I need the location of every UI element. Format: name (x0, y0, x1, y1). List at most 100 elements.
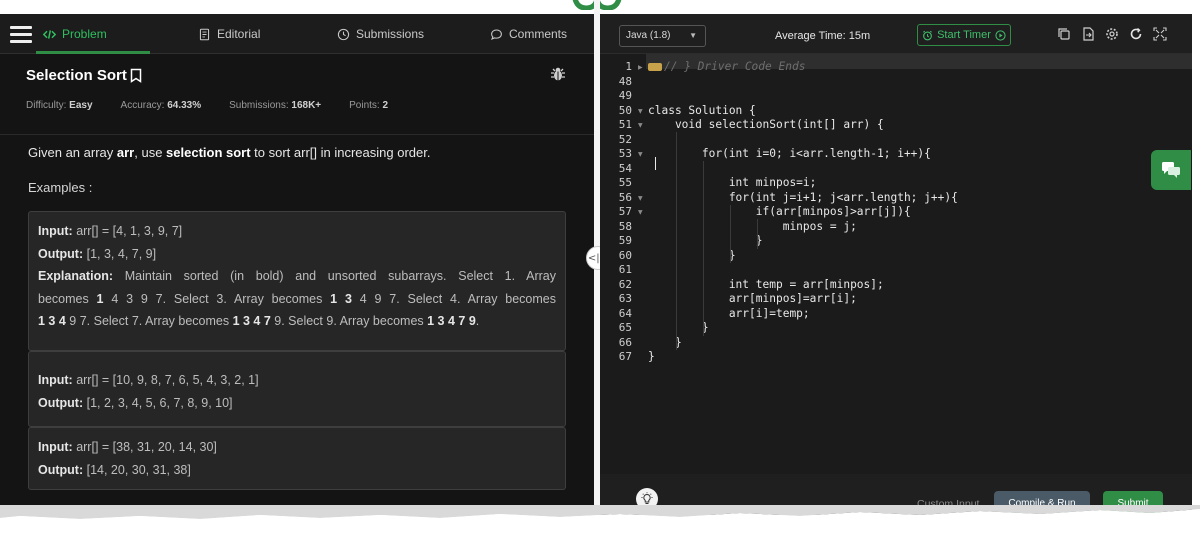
example-output: Output: [1, 2, 3, 4, 5, 6, 7, 8, 9, 10] (38, 395, 233, 410)
line-number-gutter: 1 ▶ 48 49 50 ▼ 51 ▼ 52 53 ▼ 54 55 56 ▼ 57 ▼ 58 59 60 61 62 63 6… (600, 54, 644, 474)
tab-submissions-label: Submissions (356, 27, 425, 41)
divider (0, 134, 594, 135)
alarm-icon (923, 30, 933, 40)
import-file-icon[interactable] (1081, 27, 1095, 41)
torn-paper-edge (0, 505, 1200, 560)
line-number: 64 (618, 306, 632, 320)
line-number: 53 (618, 147, 632, 160)
code-line: int temp = arr[minpos]; (648, 277, 884, 291)
line-number: 48 (618, 74, 632, 88)
chat-icon (1162, 162, 1180, 178)
line-number: 61 (618, 263, 632, 276)
example-input: Input: arr[] = [4, 1, 3, 9, 7] (38, 224, 183, 238)
fold-arrow-icon[interactable]: ▼ (638, 151, 643, 158)
start-timer-label: Start Timer (937, 29, 991, 41)
line-number: 65 (618, 321, 632, 334)
line-number: 49 (618, 89, 632, 102)
problem-title: Selection Sort (26, 67, 142, 84)
line-number: 60 (618, 248, 632, 262)
tab-problem[interactable]: Problem (43, 14, 107, 54)
line-number: 67 (618, 350, 632, 363)
tab-editorial-label: Editorial (217, 27, 261, 41)
clock-icon (337, 28, 350, 40)
fold-arrow-icon[interactable]: ▼ (638, 195, 643, 202)
example-explanation: Explanation: Maintain sorted (in bold) a… (38, 269, 556, 283)
tab-editorial[interactable]: Editorial (198, 14, 260, 54)
code-line: } (648, 234, 763, 247)
report-bug-icon[interactable] (550, 66, 566, 82)
problem-description: Given an array arr, use selection sort t… (28, 145, 431, 160)
problem-panel: Problem Editorial Submissions Comments S… (0, 14, 594, 510)
code-line: arr[i]=temp; (648, 306, 810, 320)
line-number: 56 (618, 190, 632, 204)
line-number: 58 (618, 219, 632, 233)
tab-comments[interactable]: Comments (490, 14, 567, 54)
fold-arrow-icon[interactable]: ▼ (638, 122, 643, 129)
line-number: 1 (625, 60, 632, 73)
reset-code-icon[interactable] (1129, 27, 1143, 41)
line-number: 63 (618, 292, 632, 305)
code-line: arr[minpos]=arr[i]; (648, 292, 857, 305)
folded-code-icon[interactable] (648, 63, 662, 71)
line-number: 54 (618, 161, 632, 175)
line-number: 57 (618, 205, 632, 218)
line-number: 52 (618, 132, 632, 146)
points: Points: 2 (349, 100, 389, 111)
tab-comments-label: Comments (509, 27, 568, 41)
example-output: Output: [14, 20, 30, 31, 38] (38, 462, 191, 477)
problem-title-text: Selection Sort (26, 67, 127, 84)
indent-guide (703, 161, 704, 336)
code-line: } (648, 321, 709, 334)
example-box: Input: arr[] = [38, 31, 20, 14, 30] Outp… (28, 427, 566, 490)
problem-meta: Difficulty: Easy Accuracy: 64.33% Submis… (26, 100, 388, 111)
indent-guide (730, 204, 731, 263)
chat-button[interactable] (1151, 150, 1191, 190)
code-area[interactable]: // } Driver Code Ends class Solution { vo… (646, 54, 1192, 474)
editor-toolbar: Java (1.8) ▼ Average Time: 15m Start Tim… (600, 14, 1192, 54)
example-input: Input: arr[] = [10, 9, 8, 7, 6, 5, 4, 3,… (38, 373, 259, 387)
difficulty: Difficulty: Easy (26, 100, 93, 111)
fullscreen-icon[interactable] (1153, 27, 1167, 41)
start-timer-button[interactable]: Start Timer (917, 24, 1011, 46)
code-line: } (648, 248, 736, 262)
play-icon (995, 29, 1006, 41)
example-output: Output: [1, 3, 4, 7, 9] (38, 246, 157, 261)
tab-submissions[interactable]: Submissions (337, 14, 424, 54)
accuracy: Accuracy: 64.33% (120, 100, 202, 111)
editor-panel: Java (1.8) ▼ Average Time: 15m Start Tim… (600, 14, 1192, 515)
document-icon (199, 28, 210, 40)
indent-guide (676, 132, 677, 350)
line-number: 51 (618, 118, 632, 131)
line-number: 59 (618, 234, 632, 247)
problem-tabs-bar: Problem Editorial Submissions Comments (0, 14, 594, 54)
tab-problem-label: Problem (62, 27, 107, 41)
line-number: 62 (618, 277, 632, 291)
line-number: 66 (618, 335, 632, 349)
chevron-down-icon: ▼ (689, 31, 697, 40)
code-line: } (648, 350, 655, 363)
code-line: for(int i=0; i<arr.length-1; i++){ (648, 147, 931, 160)
menu-icon[interactable] (10, 26, 32, 43)
language-select[interactable]: Java (1.8) ▼ (619, 25, 706, 47)
example-box: Input: arr[] = [4, 1, 3, 9, 7] Output: [… (28, 211, 566, 351)
comment-icon (491, 29, 502, 40)
code-line: for(int j=i+1; j<arr.length; j++){ (648, 190, 958, 204)
line-number: 50 (618, 103, 632, 117)
active-tab-indicator (36, 51, 150, 54)
indent-guide (757, 219, 758, 249)
fold-arrow-icon[interactable]: ▼ (638, 209, 643, 216)
code-line: if(arr[minpos]>arr[j]){ (648, 205, 911, 218)
fold-arrow-icon[interactable]: ▶ (638, 64, 643, 71)
example-input: Input: arr[] = [38, 31, 20, 14, 30] (38, 440, 217, 454)
code-line: class Solution { (648, 103, 756, 117)
settings-gear-icon[interactable] (1105, 27, 1119, 41)
copy-icon[interactable] (1057, 27, 1071, 41)
fold-arrow-icon[interactable]: ▼ (638, 108, 643, 115)
example-box: Input: arr[] = [10, 9, 8, 7, 6, 5, 4, 3,… (28, 351, 566, 427)
bookmark-icon[interactable] (130, 68, 142, 83)
submissions-count: Submissions: 168K+ (229, 100, 322, 111)
code-editor[interactable]: 1 ▶ 48 49 50 ▼ 51 ▼ 52 53 ▼ 54 55 56 ▼ 57 ▼ 58 59 60 61 62 63 6… (600, 54, 1192, 474)
example-explanation-line: 1 3 4 9 7. Select 7. Array becomes 1 3 4… (38, 314, 480, 328)
code-icon (43, 29, 56, 39)
average-time: Average Time: 15m (775, 30, 871, 42)
